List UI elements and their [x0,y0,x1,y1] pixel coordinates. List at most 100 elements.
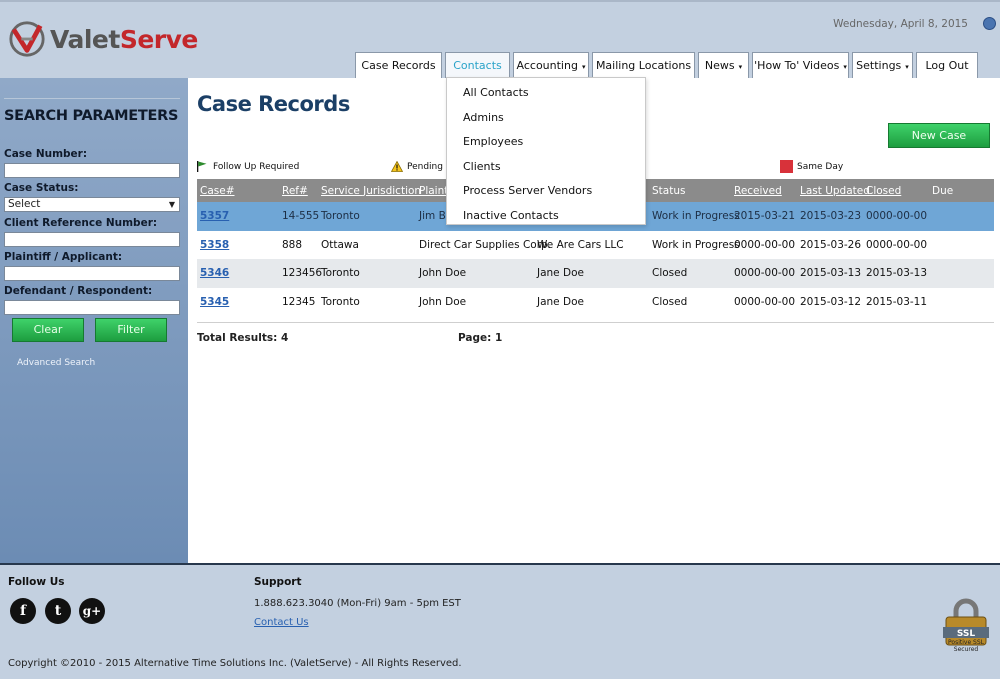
tab-label: Case Records [361,59,436,72]
brand-part-2: Serve [119,24,199,54]
globe-icon[interactable] [983,17,996,30]
received-cell: 0000-00-00 [734,238,796,251]
caret-down-icon: ▾ [843,63,847,71]
menu-item-admins[interactable]: Admins [447,107,645,132]
case-number-input[interactable] [4,163,180,178]
ssl-badge-text: SSL [957,629,976,639]
brand-part-1: Valet [50,24,120,54]
plaintiff-cell: Direct Car Supplies Corp. [419,238,552,251]
case-number-link[interactable]: 5345 [200,296,229,308]
current-date: Wednesday, April 8, 2015 [833,18,968,30]
tab-label: Log Out [925,59,969,72]
page-title: Case Records [197,92,350,116]
total-results: Total Results: 4 [197,332,289,344]
ref-cell: 12345 [282,295,316,308]
table-row[interactable]: 5346 123456 Toronto John Doe Jane Doe Cl… [197,259,994,288]
menu-item-inactive-contacts[interactable]: Inactive Contacts [447,205,645,230]
case-status-label: Case Status: [4,182,79,194]
ref-cell: 14-555 [282,210,320,223]
caret-down-icon: ▾ [905,63,909,71]
select-arrow-icon: ▼ [168,200,175,209]
tab-label: Contacts [453,59,502,72]
jurisdiction-cell: Toronto [321,267,360,280]
case-status-select[interactable]: Select ▼ [4,197,180,212]
tab-label: News [704,59,735,72]
logo-mark-icon [9,21,45,57]
menu-item-process-server-vendors[interactable]: Process Server Vendors [447,180,645,205]
brand-name: ValetServe [50,25,198,54]
legend-label: Same Day [797,161,844,172]
received-cell: 0000-00-00 [734,267,796,280]
filter-button[interactable]: Filter [95,318,167,342]
col-service-jurisdiction[interactable]: Service Jurisdiction [321,185,421,197]
status-cell: Work in Progress [652,238,740,251]
tab-label: Accounting [516,59,578,72]
status-cell: Closed [652,267,688,280]
defendant-input[interactable] [4,300,180,315]
logo[interactable]: ValetServe [8,20,198,58]
tab-log-out[interactable]: Log Out [916,52,978,80]
col-due: Due [932,184,954,197]
menu-item-all-contacts[interactable]: All Contacts [447,82,645,107]
menu-item-clients[interactable]: Clients [447,156,645,181]
legend-label: Follow Up Required [213,161,300,172]
defendant-cell: Jane Doe [537,267,584,280]
table-divider [197,322,994,323]
contact-us-link[interactable]: Contact Us [254,617,309,628]
footer: Follow Us f t g+ Support 1.888.623.3040 … [0,563,1000,679]
facebook-icon[interactable]: f [10,598,36,624]
client-reference-input[interactable] [4,232,180,247]
caret-down-icon: ▾ [581,63,586,71]
col-received[interactable]: Received [734,185,782,197]
updated-cell: 2015-03-12 [800,295,862,308]
tab-settings[interactable]: Settings ▾ [852,52,913,80]
received-cell: 2015-03-21 [734,210,796,223]
tab-mailing-locations[interactable]: Mailing Locations [592,52,695,80]
client-reference-label: Client Reference Number: [4,217,158,229]
caret-down-icon: ▾ [738,63,743,71]
tab-how-to-videos[interactable]: 'How To' Videos ▾ [752,52,849,80]
legend-follow-up: Follow Up Required [197,161,299,172]
case-status-value: Select [8,198,41,210]
defendant-cell: We Are Cars LLC [537,238,624,251]
tab-label: Settings [856,59,902,72]
jurisdiction-cell: Toronto [321,295,360,308]
ssl-caption: Positive SSL Secured [940,639,992,653]
ssl-caption-line1: Positive SSL [948,639,984,646]
case-number-link[interactable]: 5358 [200,239,229,251]
col-closed[interactable]: Closed [866,185,901,197]
twitter-icon[interactable]: t [45,598,71,624]
support-heading: Support [254,576,302,588]
divider [4,98,180,99]
defendant-label: Defendant / Respondent: [4,285,153,297]
updated-cell: 2015-03-26 [800,238,862,251]
col-ref-number[interactable]: Ref# [282,185,308,197]
advanced-search-link[interactable]: Advanced Search [17,358,95,368]
new-case-button[interactable]: New Case [888,123,990,148]
col-last-updated[interactable]: Last Updated [800,185,870,197]
tab-accounting[interactable]: Accounting ▾ [513,52,589,80]
closed-cell: 2015-03-13 [866,267,928,280]
tab-news[interactable]: News ▾ [698,52,749,80]
case-number-link[interactable]: 5346 [200,267,229,279]
closed-cell: 2015-03-11 [866,295,928,308]
menu-item-employees[interactable]: Employees [447,131,645,156]
col-case-number[interactable]: Case# [200,185,235,197]
google-plus-icon[interactable]: g+ [79,598,105,624]
contacts-dropdown-menu: All Contacts Admins Employees Clients Pr… [446,77,646,225]
case-number-label: Case Number: [4,148,88,160]
tab-case-records[interactable]: Case Records [355,52,442,80]
status-cell: Closed [652,295,688,308]
plaintiff-input[interactable] [4,266,180,281]
jurisdiction-cell: Ottawa [321,238,359,251]
ref-cell: 888 [282,238,303,251]
updated-cell: 2015-03-23 [800,210,862,223]
table-row[interactable]: 5345 12345 Toronto John Doe Jane Doe Clo… [197,288,994,317]
clear-button[interactable]: Clear [12,318,84,342]
sidebar-title: SEARCH PARAMETERS [4,108,179,124]
case-number-link[interactable]: 5357 [200,210,229,222]
table-row[interactable]: 5358 888 Ottawa Direct Car Supplies Corp… [197,231,994,260]
tab-contacts[interactable]: Contacts [445,52,510,80]
closed-cell: 0000-00-00 [866,210,928,223]
red-square-icon [780,160,793,173]
